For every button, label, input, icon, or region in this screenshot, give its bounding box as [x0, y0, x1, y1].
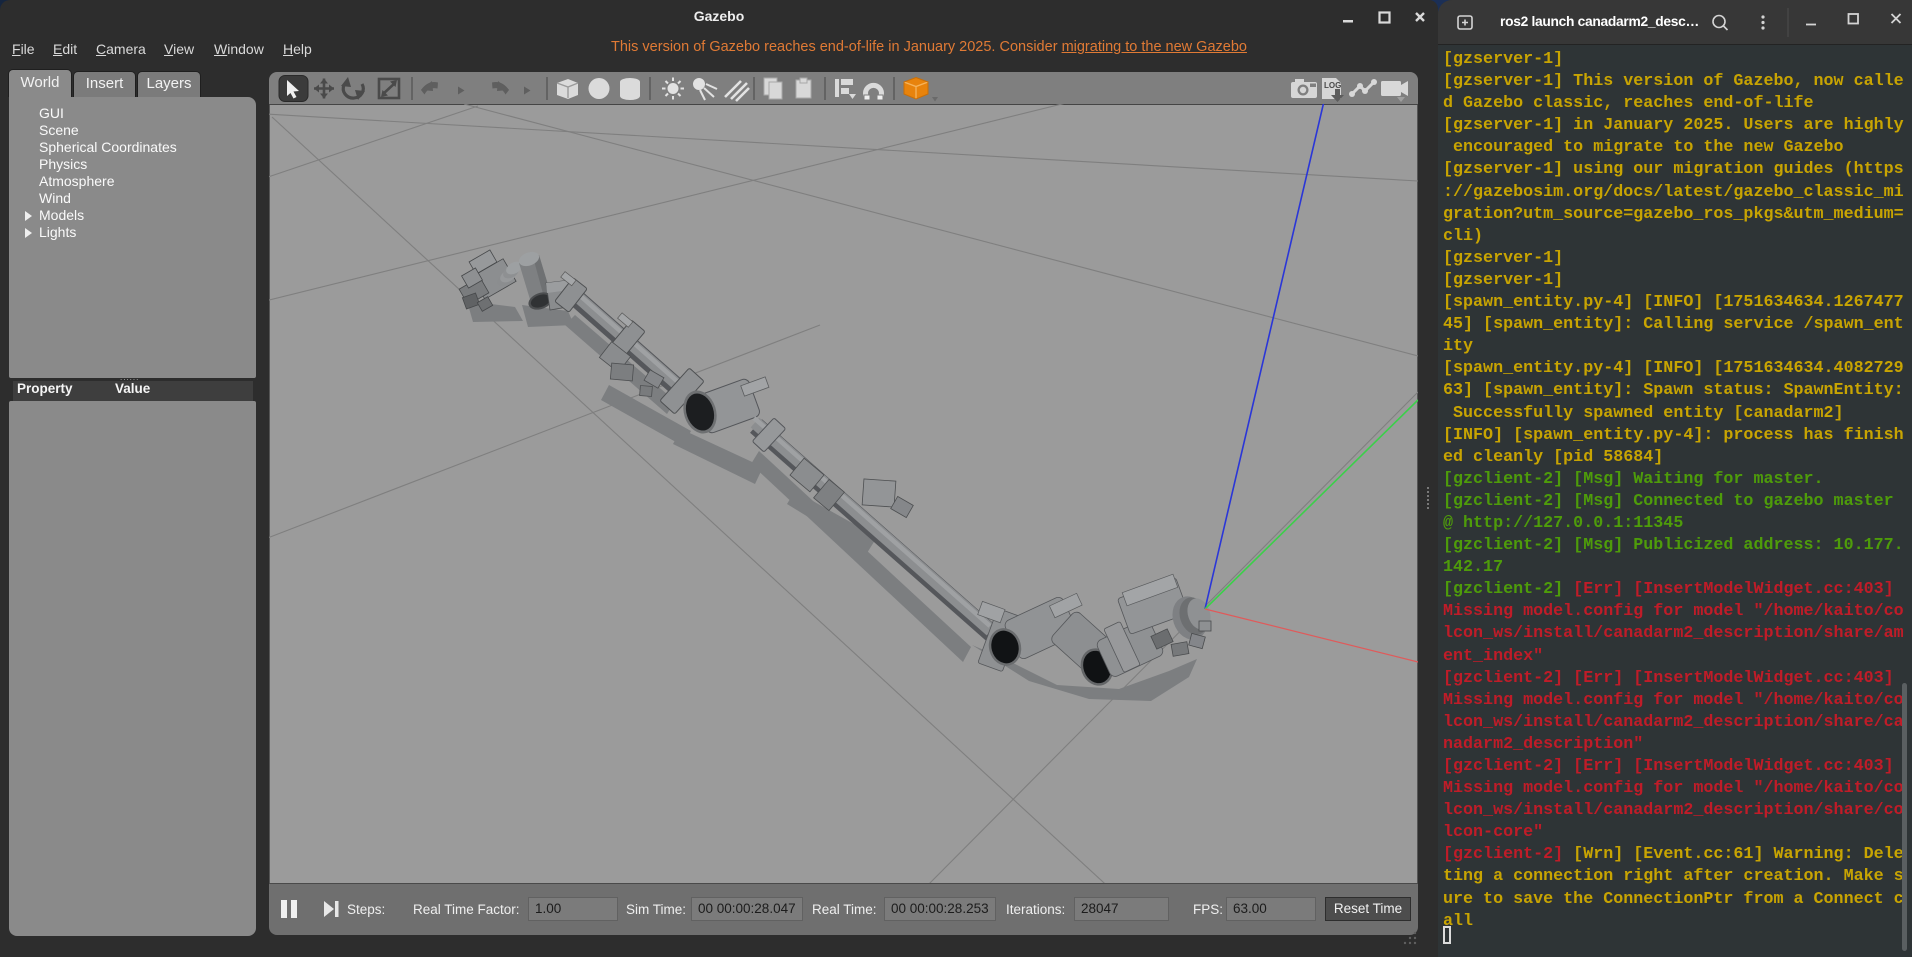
svg-text:LOG: LOG: [1324, 81, 1341, 90]
